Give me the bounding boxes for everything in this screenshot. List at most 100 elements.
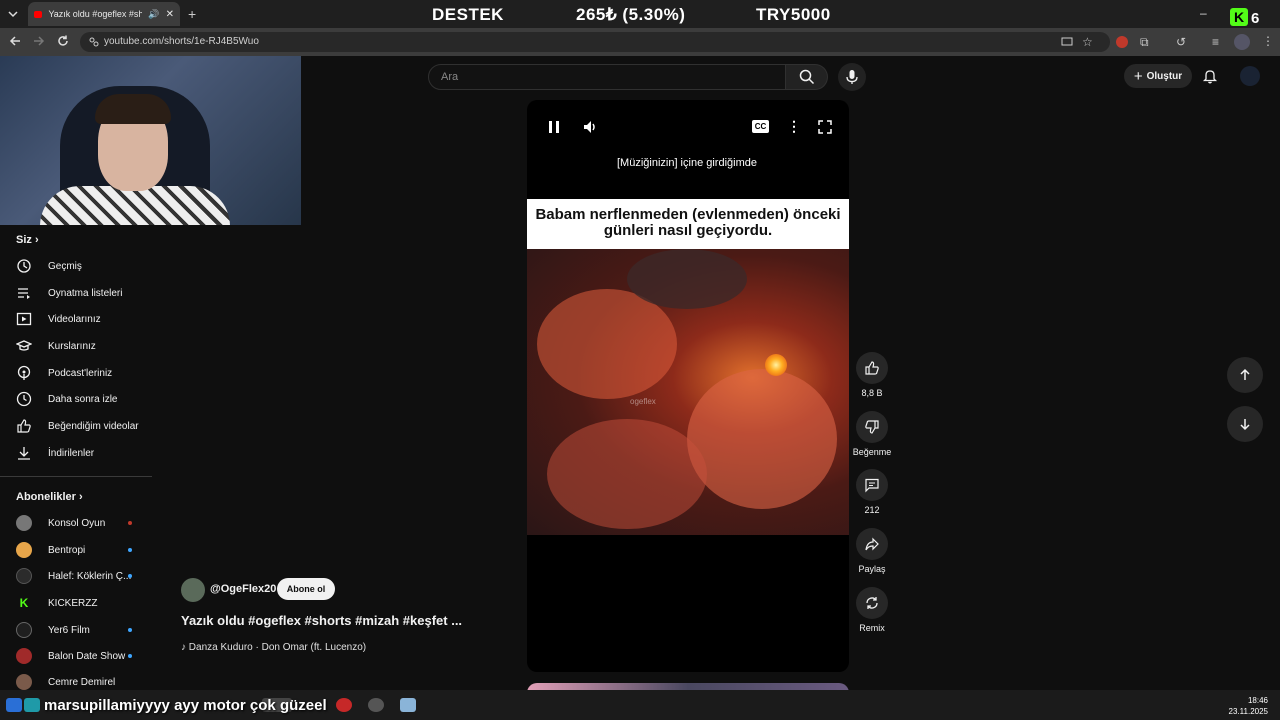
url-field[interactable]: youtube.com/shorts/1e-RJ4B5Wuo <box>80 32 1110 52</box>
sidebar-item-your-videos[interactable]: Videolarınız <box>0 306 152 332</box>
install-app-icon[interactable] <box>1060 35 1074 49</box>
streamer-shirt <box>40 186 230 225</box>
subscriptions-heading-label: Abonelikler <box>16 491 76 503</box>
search-input[interactable]: Ara <box>428 64 786 90</box>
subscription-label: KICKERZZ <box>48 597 98 609</box>
next-short-button[interactable] <box>1227 406 1263 442</box>
subscription-item[interactable]: Konsol Oyun <box>0 510 152 536</box>
music-link[interactable]: ♪ Danza Kuduro · Don Omar (ft. Lucenzo) <box>181 642 366 653</box>
like-count: 8,8 B <box>861 388 883 398</box>
sidebar-item-downloads[interactable]: İndirilenler <box>0 440 152 466</box>
sidebar-subscriptions-heading[interactable]: Abonelikler › <box>16 491 83 503</box>
sidebar-item-label: Videolarınız <box>48 313 101 325</box>
sidebar-item-label: Daha sonra izle <box>48 393 118 405</box>
sidebar-you-heading[interactable]: Siz › <box>16 234 39 246</box>
tab-list-chevron-icon[interactable] <box>6 7 20 21</box>
fullscreen-icon[interactable] <box>817 119 833 135</box>
profile-avatar[interactable] <box>1234 34 1250 50</box>
share-icon <box>856 528 888 560</box>
history-toolbar-icon[interactable]: ↺ <box>1176 35 1186 49</box>
new-tab-icon[interactable]: + <box>188 6 196 22</box>
account-avatar[interactable] <box>1240 66 1260 86</box>
minimize-window-icon[interactable]: – <box>1200 6 1207 20</box>
new-content-dot-icon <box>128 628 132 632</box>
sidebar-item-label: Podcast'leriniz <box>48 367 113 379</box>
media-control-icon[interactable]: ≡ <box>1212 35 1219 49</box>
stream-chat-overlay: marsupillamiyyyy ayy motor çok güzeel <box>44 697 327 714</box>
share-button[interactable]: Paylaş <box>852 528 892 574</box>
like-icon <box>856 352 888 384</box>
subscription-label: Cemre Demirel <box>48 676 116 688</box>
meme-text-box: Babam nerflenmeden (evlenmeden) önceki g… <box>527 199 849 249</box>
subscription-label: Yer6 Film <box>48 624 90 636</box>
arrow-down-icon <box>1238 417 1252 431</box>
subscription-item[interactable]: Halef: Köklerin Ç... <box>0 563 152 589</box>
like-icon <box>16 418 32 434</box>
subscription-item[interactable]: Balon Date Show <box>0 643 152 669</box>
new-content-dot-icon <box>128 574 132 578</box>
dislike-button[interactable]: Beğenme <box>852 411 892 457</box>
sidebar-item-label: Oynatma listeleri <box>48 287 123 299</box>
remix-label: Remix <box>859 623 885 633</box>
like-button[interactable]: 8,8 B <box>852 352 892 398</box>
kick-channel-avatar: K <box>16 595 32 611</box>
sidebar-item-history[interactable]: Geçmiş <box>0 253 152 279</box>
start-icon[interactable] <box>6 698 22 712</box>
subscription-label: Halef: Köklerin Ç... <box>48 570 132 582</box>
subscription-item[interactable]: Yer6 Film <box>0 617 152 643</box>
taskbar-app-icon[interactable] <box>24 698 40 712</box>
youtube-favicon-icon <box>34 10 43 18</box>
dislike-icon <box>856 411 888 443</box>
bookmark-star-icon[interactable]: ☆ <box>1082 35 1093 49</box>
subscription-label: Bentropi <box>48 544 86 556</box>
subscribe-button[interactable]: Abone ol <box>277 578 335 600</box>
taskbar-app-icon[interactable] <box>336 698 352 712</box>
tab-close-icon[interactable]: ✕ <box>166 9 174 20</box>
tab-title: Yazık oldu #ogeflex #shorts <box>48 9 143 19</box>
sidebar-item-courses[interactable]: Kurslarınız <box>0 333 152 359</box>
site-info-icon[interactable] <box>88 36 100 48</box>
taskbar-app-icon[interactable] <box>400 698 416 712</box>
video-title[interactable]: Yazık oldu #ogeflex #shorts #mizah #keşf… <box>181 613 462 628</box>
sidebar-item-label: İndirilenler <box>48 447 95 459</box>
remix-button[interactable]: Remix <box>852 587 892 633</box>
channel-avatar[interactable] <box>181 578 205 602</box>
browser-tab[interactable]: Yazık oldu #ogeflex #shorts 🔊 ✕ <box>28 2 180 26</box>
volume-icon[interactable] <box>582 119 598 135</box>
search-button[interactable] <box>786 64 828 90</box>
reload-icon[interactable] <box>56 34 70 48</box>
subscription-item[interactable]: K KICKERZZ <box>0 590 152 616</box>
subscription-label: Konsol Oyun <box>48 517 106 529</box>
extensions-puzzle-icon[interactable]: ⧉ <box>1140 35 1149 50</box>
notifications-bell-icon[interactable] <box>1202 68 1218 84</box>
sidebar-item-playlists[interactable]: Oynatma listeleri <box>0 280 152 306</box>
more-options-icon[interactable]: ⋮ <box>787 118 801 135</box>
subscription-item[interactable]: Bentropi <box>0 537 152 563</box>
new-content-dot-icon <box>128 654 132 658</box>
comment-count: 212 <box>864 505 880 515</box>
sidebar-item-podcasts[interactable]: Podcast'leriniz <box>0 360 152 386</box>
arrow-up-icon <box>1238 368 1252 382</box>
voice-search-button[interactable] <box>838 63 866 91</box>
captions-icon[interactable]: CC <box>752 120 769 133</box>
create-button[interactable]: + Oluştur <box>1124 64 1192 88</box>
sidebar-item-watch-later[interactable]: Daha sonra izle <box>0 386 152 412</box>
taskbar-app-icon[interactable] <box>368 698 384 712</box>
extension-icon[interactable] <box>1116 36 1128 48</box>
clock-icon <box>16 391 32 407</box>
comment-icon <box>856 469 888 501</box>
channel-name[interactable]: @OgeFlex20 <box>210 583 276 595</box>
audio-playing-icon[interactable]: 🔊 <box>148 9 159 20</box>
forward-icon[interactable] <box>32 34 46 48</box>
pause-icon[interactable] <box>546 119 562 135</box>
browser-menu-icon[interactable]: ⋮ <box>1262 34 1274 48</box>
sidebar-item-liked-videos[interactable]: Beğendiğim videolar <box>0 413 152 439</box>
back-icon[interactable] <box>8 34 22 48</box>
previous-short-button[interactable] <box>1227 357 1263 393</box>
remix-icon <box>856 587 888 619</box>
smoke-cloud <box>547 419 707 529</box>
playlist-icon <box>16 285 32 301</box>
system-clock[interactable]: 18:46 23.11.2025 <box>1229 695 1268 717</box>
video-caption: [Müziğinizin] içine girdiğimde <box>616 157 757 169</box>
comments-button[interactable]: 212 <box>852 469 892 515</box>
